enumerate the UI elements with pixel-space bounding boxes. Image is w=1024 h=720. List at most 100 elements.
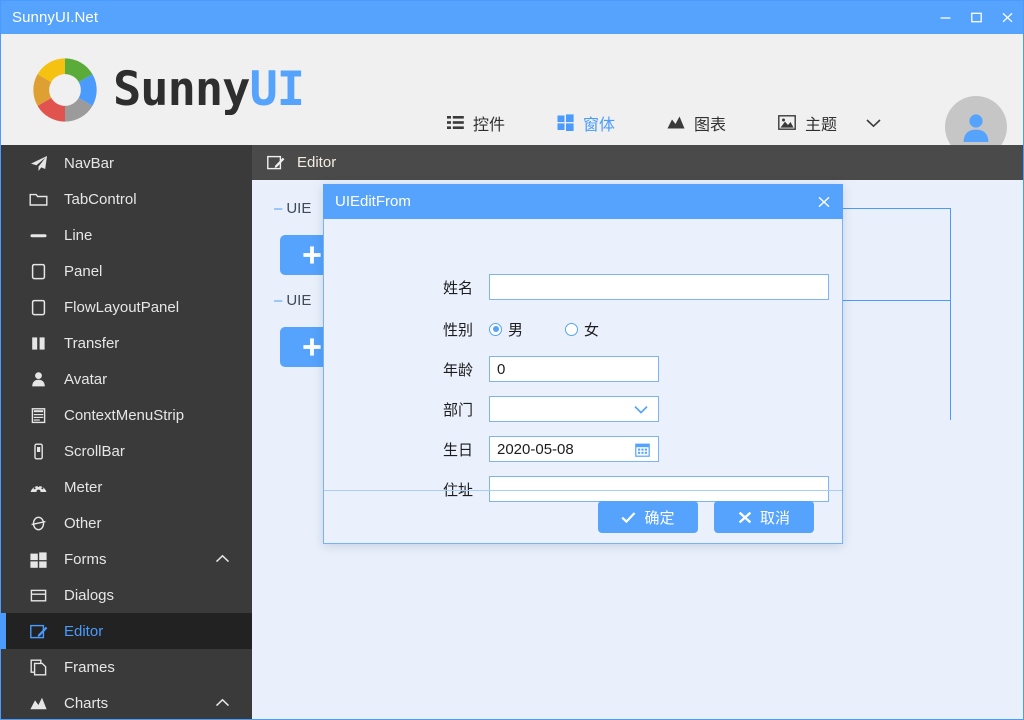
department-field[interactable] xyxy=(489,396,659,422)
contextmenu-icon xyxy=(25,406,51,425)
age-row: 年龄 0 xyxy=(324,356,842,382)
radio-dot-icon xyxy=(489,322,502,336)
sidebar-item-transfer[interactable]: Transfer xyxy=(1,325,252,361)
maximize-icon xyxy=(971,12,982,23)
window-controls xyxy=(930,1,1023,34)
chevron-down-icon xyxy=(634,405,648,414)
brand-text-dark: Sunny xyxy=(113,62,250,117)
dialog-close-button[interactable] xyxy=(805,184,843,219)
sidebar-item-panel[interactable]: Panel xyxy=(1,253,252,289)
section-label-1-text: UIE xyxy=(286,200,312,217)
sidebar-item-flowlayoutpanel[interactable]: FlowLayoutPanel xyxy=(1,289,252,325)
sidebar-group-label: Charts xyxy=(64,694,109,712)
dialog-title: UIEditFrom xyxy=(335,193,411,210)
tab-forms-label: 窗体 xyxy=(583,116,616,134)
x-icon xyxy=(738,511,752,524)
edit-form-dialog: UIEditFrom 姓名 性别 男 女 年龄 0 部门 生日 2020-05-… xyxy=(323,184,843,544)
minimize-button[interactable] xyxy=(930,1,961,34)
sidebar-item-label: ContextMenuStrip xyxy=(64,406,185,424)
sidebar-item-contextmenustrip[interactable]: ContextMenuStrip xyxy=(1,397,252,433)
minimize-icon xyxy=(940,17,951,19)
sidebar-group-label: Forms xyxy=(64,550,107,568)
department-row: 部门 xyxy=(324,396,842,422)
gender-label: 性别 xyxy=(442,321,473,339)
panel-icon xyxy=(25,298,51,317)
section-vrule-2 xyxy=(950,300,951,420)
sidebar-item-line[interactable]: Line xyxy=(1,217,252,253)
gender-radio-male-label: 男 xyxy=(508,321,524,339)
sidebar-item-frames[interactable]: Frames xyxy=(1,649,252,685)
sidebar-item-dialogs[interactable]: Dialogs xyxy=(1,577,252,613)
maximize-button[interactable] xyxy=(961,1,992,34)
birthday-row: 生日 2020-05-08 xyxy=(324,436,842,462)
sidebar-item-label: ScrollBar xyxy=(64,442,125,460)
brand-logo: SunnyUI xyxy=(29,54,305,126)
tab-controls-label: 控件 xyxy=(473,116,506,134)
editor-icon xyxy=(25,622,51,641)
department-label: 部门 xyxy=(442,401,473,419)
line-icon xyxy=(25,226,51,245)
dialog-footer: 确定 取消 xyxy=(324,491,842,543)
sidebar-item-label: Other xyxy=(64,514,102,532)
ok-button[interactable]: 确定 xyxy=(598,501,698,533)
sidebar-item-scrollbar[interactable]: ScrollBar xyxy=(1,433,252,469)
transfer-icon xyxy=(25,334,51,353)
editor-icon xyxy=(266,153,285,172)
dialog-body: 姓名 性别 男 女 年龄 0 部门 生日 2020-05-08 住址 xyxy=(324,219,842,502)
chart-icon xyxy=(25,694,51,713)
ok-button-label: 确定 xyxy=(644,509,675,527)
gender-radio-female-label: 女 xyxy=(584,321,600,339)
age-field[interactable]: 0 xyxy=(489,356,659,382)
sidebar-item-label: Editor xyxy=(64,622,104,640)
sidebar-item-label: Line xyxy=(64,226,93,244)
panel-icon xyxy=(25,262,51,281)
breadcrumb: Editor xyxy=(252,145,1023,180)
sidebar-item-avatar[interactable]: Avatar xyxy=(1,361,252,397)
breadcrumb-label: Editor xyxy=(297,154,337,171)
sidebar-item-label: TabControl xyxy=(64,190,137,208)
close-icon xyxy=(818,196,830,207)
gender-row: 性别 男 女 xyxy=(324,316,842,342)
dialog-title-bar: UIEditFrom xyxy=(323,184,843,219)
scrollbar-icon xyxy=(25,442,51,461)
image-icon xyxy=(778,114,796,131)
brand-wordmark: SunnyUI xyxy=(113,62,305,117)
cancel-button[interactable]: 取消 xyxy=(714,501,814,533)
folder-icon xyxy=(25,190,51,209)
sidebar-nav: NavBar TabControl Line Panel FlowLayoutP… xyxy=(1,145,252,719)
sidebar-group-forms[interactable]: Forms xyxy=(1,541,252,577)
sidebar-item-other[interactable]: Other xyxy=(1,505,252,541)
gender-field: 男 女 xyxy=(489,319,599,340)
other-icon xyxy=(25,514,51,533)
section-label-1: – UIE xyxy=(274,200,311,217)
close-icon xyxy=(1002,12,1013,23)
chevron-up-icon xyxy=(215,551,230,568)
sidebar-item-meter[interactable]: Meter xyxy=(1,469,252,505)
gender-radio-male[interactable]: 男 xyxy=(489,319,523,340)
sidebar-item-navbar[interactable]: NavBar xyxy=(1,145,252,181)
sidebar-item-label: Frames xyxy=(64,658,115,676)
plus-icon xyxy=(303,246,321,264)
sidebar-item-label: Meter xyxy=(64,478,103,496)
sidebar-item-editor[interactable]: Editor xyxy=(1,613,252,649)
section-label-2-text: UIE xyxy=(286,292,312,309)
sidebar-group-charts[interactable]: Charts xyxy=(1,685,252,719)
brand-text-blue: UI xyxy=(249,62,305,117)
age-label: 年龄 xyxy=(442,361,473,379)
tab-theme-label: 主题 xyxy=(805,116,838,134)
name-row: 姓名 xyxy=(324,274,842,300)
sidebar-item-label: Dialogs xyxy=(64,586,115,604)
sidebar-item-tabcontrol[interactable]: TabControl xyxy=(1,181,252,217)
gender-radio-female[interactable]: 女 xyxy=(565,319,599,340)
frames-icon xyxy=(25,658,51,677)
sunnyui-donut-logo-icon xyxy=(33,57,97,122)
sidebar-item-label: NavBar xyxy=(64,154,115,172)
close-button[interactable] xyxy=(992,1,1023,34)
radio-dot-icon xyxy=(565,322,579,336)
birthday-field[interactable]: 2020-05-08 xyxy=(489,436,659,462)
name-field[interactable] xyxy=(489,274,829,300)
sidebar-item-label: Avatar xyxy=(64,370,108,388)
collapse-dash-icon: – xyxy=(274,200,283,217)
windows-icon xyxy=(557,114,574,131)
app-header: SunnyUI 控件 窗体 图表 主题 xyxy=(1,34,1023,178)
